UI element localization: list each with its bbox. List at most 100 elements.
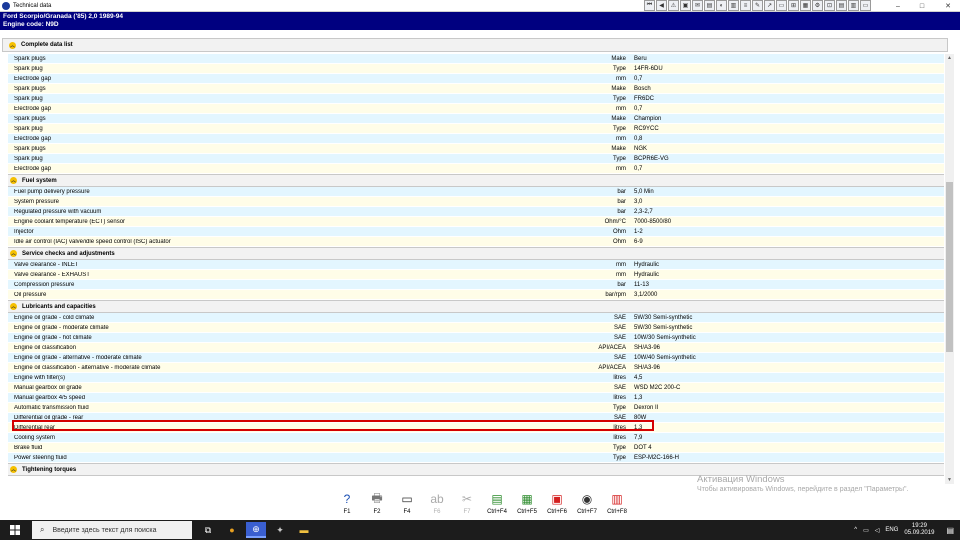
row-label: Electrode gap: [14, 75, 52, 82]
minimize-button[interactable]: –: [890, 0, 906, 12]
group-header-lubricants[interactable]: ︿ Lubricants and capacities: [8, 300, 944, 313]
top-toolbar: ⏮ ◀ ⚠ ▣ ✉ ▤ ◐ ▥ ≡ ✎ ↗ ▭ ⊞ ▦ ⚙ ⊡ ▤ ▥ ▭: [644, 0, 872, 12]
row-unit: SAE: [613, 324, 626, 331]
group-header-tightening-torques[interactable]: ︿ Tightening torques: [8, 463, 944, 476]
row-unit: bar/rpm: [605, 291, 626, 298]
fkey-button[interactable]: ◉ Ctrl+F7: [572, 488, 602, 520]
toolbar-button-icon[interactable]: ▥: [848, 0, 859, 11]
clock[interactable]: 19:29 05.09.2019: [904, 523, 934, 537]
toolbar-button-icon[interactable]: ⚠: [668, 0, 679, 11]
group-title: Service checks and adjustments: [22, 250, 115, 257]
row-value: DOT 4: [634, 444, 652, 451]
app-icon: [2, 1, 10, 10]
toolbar-button-icon[interactable]: ▦: [800, 0, 811, 11]
row-value: ESP-M2C-166-H: [634, 454, 680, 461]
row-label: Engine oil classification: [14, 344, 77, 351]
table-row: Differential oil grade - rear SAE 80W: [8, 413, 944, 423]
fkey-label: F7: [463, 509, 471, 515]
row-value: Dexron II: [634, 404, 659, 411]
group-header-service-checks[interactable]: ︿ Service checks and adjustments: [8, 247, 944, 260]
fkey-button[interactable]: ▦ Ctrl+F5: [512, 488, 542, 520]
toolbar-button-icon[interactable]: ▭: [776, 0, 787, 11]
fkey-icon: ▭: [401, 492, 413, 506]
toolbar-button-icon[interactable]: ⚙: [812, 0, 823, 11]
toolbar-button-icon[interactable]: ◀: [656, 0, 667, 11]
table-row: Spark plug Type 14FR-6DU: [8, 64, 944, 74]
scroll-down-icon[interactable]: ▼: [945, 476, 954, 484]
row-value: 2,3-2,7: [634, 208, 653, 215]
toolbar-button-icon[interactable]: ⏮: [644, 0, 655, 11]
row-value: 5,0 Min: [634, 188, 654, 195]
section-header[interactable]: ︿ Complete data list: [2, 38, 948, 52]
toolbar-button-icon[interactable]: ▤: [704, 0, 715, 11]
task-view-icon[interactable]: ⧉: [198, 522, 218, 538]
toolbar-button-icon[interactable]: ▣: [680, 0, 691, 11]
notification-icon[interactable]: ▤: [946, 526, 954, 535]
row-unit: Ohm: [612, 228, 626, 235]
row-unit: API/ACEA: [598, 364, 626, 371]
fkey-icon: ▦: [521, 492, 533, 506]
row-unit: Make: [611, 145, 626, 152]
fkey-button[interactable]: ▭ F4: [392, 488, 422, 520]
fkey-button[interactable]: 🖶 F2: [362, 488, 392, 520]
row-label: Idle air control (IAC) valve/idle speed …: [14, 238, 171, 245]
scroll-up-icon[interactable]: ▲: [945, 54, 954, 62]
windows-taskbar: ⌕ Введите здесь текст для поиска ⧉ ● ⊕ ✦…: [0, 520, 960, 540]
toolbar-button-icon[interactable]: ▥: [728, 0, 739, 11]
row-value: RC9YCC: [634, 125, 659, 132]
group-title: Lubricants and capacities: [22, 303, 96, 310]
window-title: Technical data: [13, 2, 52, 9]
toolbar-button-icon[interactable]: ↗: [764, 0, 775, 11]
windows-logo-icon: [10, 525, 20, 535]
toolbar-button-icon[interactable]: ◐: [716, 0, 727, 11]
row-label: Differential rear: [14, 424, 55, 431]
network-icon[interactable]: ▭: [863, 527, 869, 534]
scroll-thumb[interactable]: [946, 182, 953, 352]
fkey-button[interactable]: ? F1: [332, 488, 362, 520]
vertical-scrollbar[interactable]: ▲ ▼: [945, 54, 954, 484]
row-label: Fuel pump delivery pressure: [14, 188, 90, 195]
fkey-button[interactable]: ▤ Ctrl+F4: [482, 488, 512, 520]
table-row: Electrode gap mm 0,7: [8, 74, 944, 84]
chrome-icon[interactable]: ●: [222, 522, 242, 538]
taskbar-search[interactable]: ⌕ Введите здесь текст для поиска: [32, 521, 192, 539]
row-value: 14FR-6DU: [634, 65, 663, 72]
toolbar-button-icon[interactable]: ▭: [860, 0, 871, 11]
language-indicator[interactable]: ENG: [885, 527, 898, 533]
chevron-up-icon: ︿: [10, 303, 17, 310]
row-label: Valve clearance - INLET: [14, 261, 79, 268]
close-button[interactable]: ✕: [940, 0, 956, 12]
clock-time: 19:29: [911, 523, 927, 529]
system-tray: ^ ▭ ◁ ENG 19:29 05.09.2019 ▤: [854, 520, 960, 540]
maximize-button[interactable]: □: [914, 0, 930, 12]
fkey-button[interactable]: ✂ F7: [452, 488, 482, 520]
toolbar-button-icon[interactable]: ✉: [692, 0, 703, 11]
row-value: 1,3: [634, 394, 643, 401]
toolbar-button-icon[interactable]: ≡: [740, 0, 751, 11]
group-header-fuel-system[interactable]: ︿ Fuel system: [8, 174, 944, 187]
fkey-button[interactable]: ▣ Ctrl+F6: [542, 488, 572, 520]
start-button[interactable]: [0, 520, 30, 540]
table-row: Manual gearbox oil grade SAE WSD M2C 200-C: [8, 383, 944, 393]
fkey-label: Ctrl+F8: [607, 509, 627, 515]
row-value: 3,0: [634, 198, 643, 205]
tray-chevron-icon[interactable]: ^: [854, 527, 857, 533]
fkey-button[interactable]: ab F6: [422, 488, 452, 520]
folder-icon[interactable]: ▬: [294, 522, 314, 538]
row-unit: Make: [611, 85, 626, 92]
autodata-app-icon[interactable]: ⊕: [246, 522, 266, 538]
engine-code: Engine code: N9D: [3, 21, 59, 28]
toolbar-button-icon[interactable]: ✎: [752, 0, 763, 11]
row-value: 3,1/2000: [634, 291, 658, 298]
row-unit: Ohm/°C: [604, 218, 626, 225]
table-row: Engine oil grade - hot climate SAE 10W/30 …: [8, 333, 944, 343]
fkey-button[interactable]: ▥ Ctrl+F8: [602, 488, 632, 520]
table-row: Engine oil grade - cold climate SAE 5W/30 …: [8, 313, 944, 323]
toolbar-button-icon[interactable]: ⊞: [788, 0, 799, 11]
volume-icon[interactable]: ◁: [875, 527, 880, 534]
app-icon-3[interactable]: ✦: [270, 522, 290, 538]
toolbar-button-icon[interactable]: ⊡: [824, 0, 835, 11]
row-unit: mm: [616, 105, 626, 112]
toolbar-button-icon[interactable]: ▤: [836, 0, 847, 11]
row-unit: Type: [612, 454, 626, 461]
